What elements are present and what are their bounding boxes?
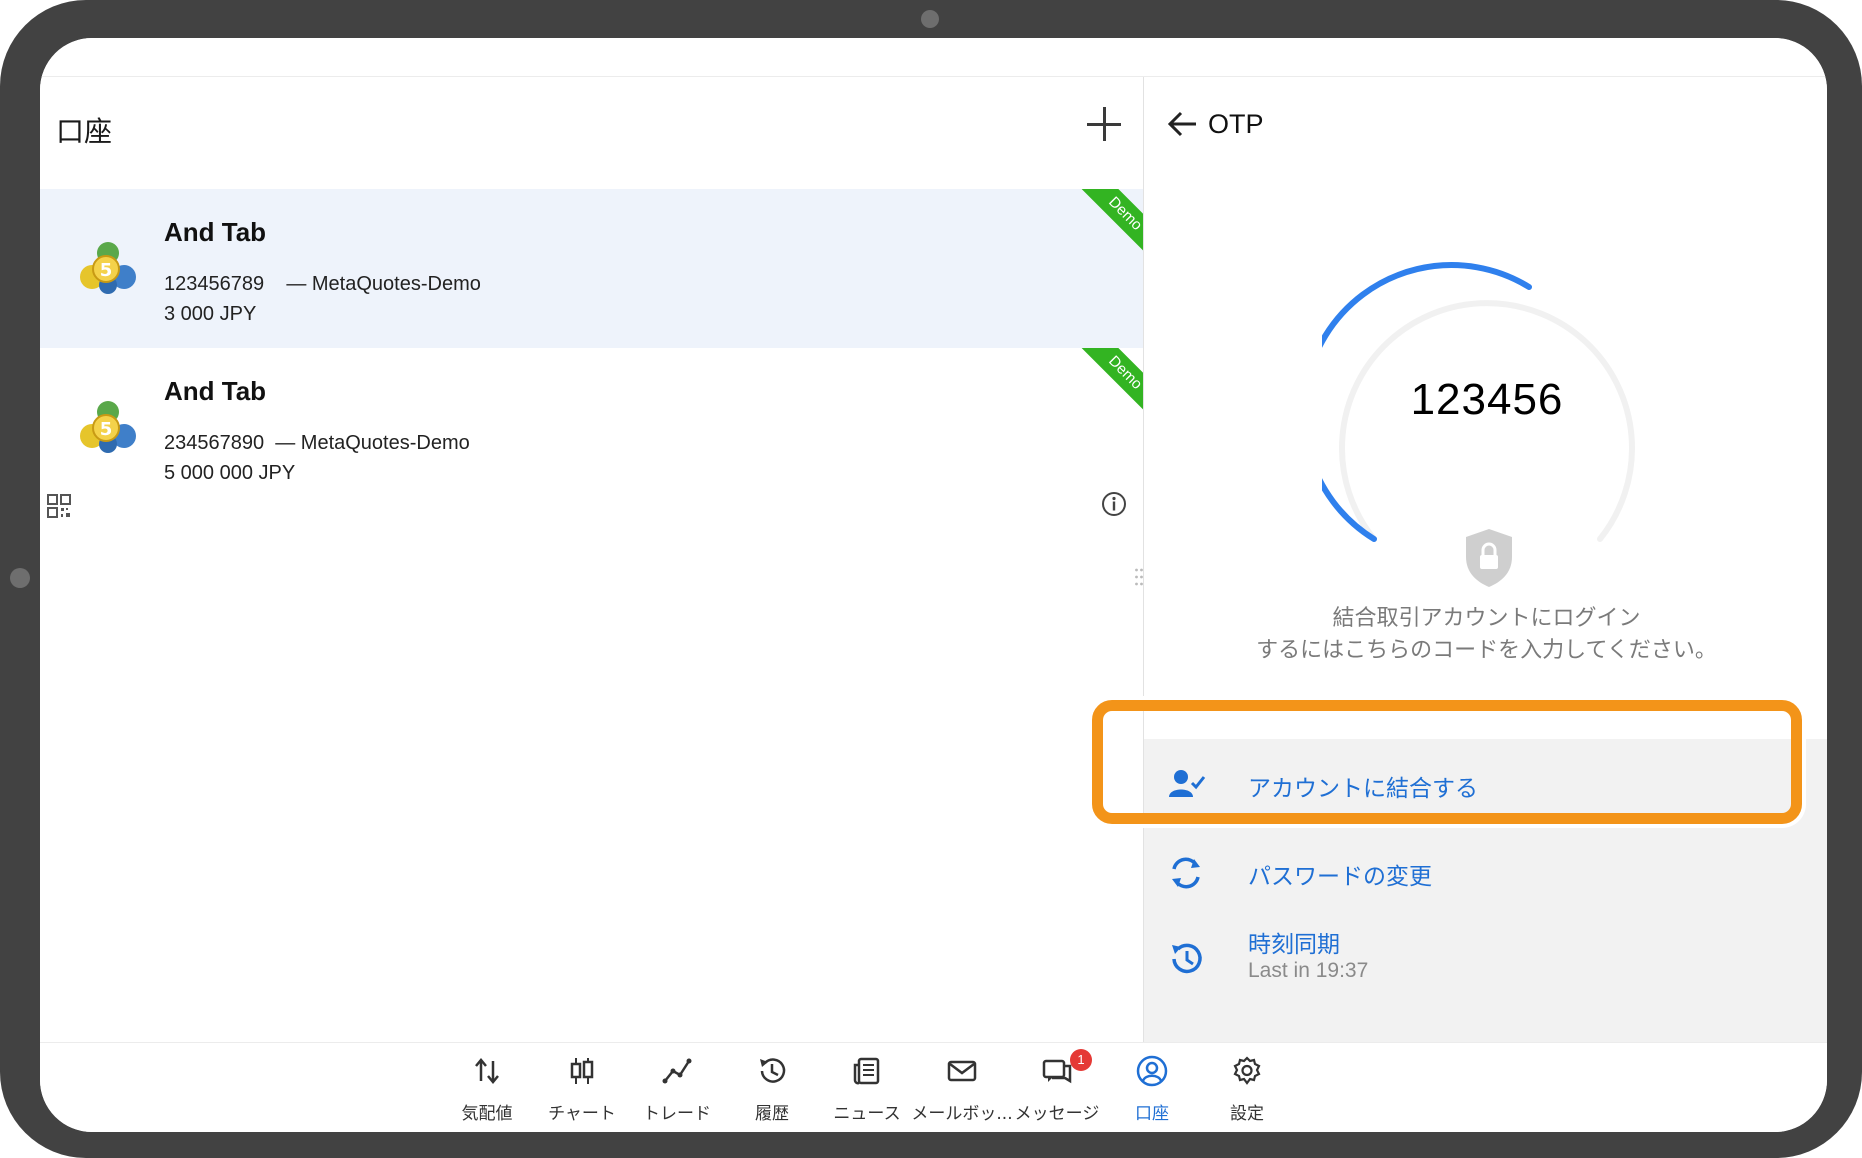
metatrader5-logo-icon: 5	[80, 401, 136, 453]
otp-pane: OTP 123456 結合取引アカウントにログイン するにはこちらのコードを入力…	[1144, 77, 1827, 1042]
time-sync-action[interactable]: 時刻同期 Last in 19:37	[1144, 909, 1827, 999]
quotes-icon	[475, 1058, 499, 1084]
trade-icon	[662, 1058, 692, 1084]
account-server: — MetaQuotes-Demo	[286, 273, 481, 295]
otp-title: OTP	[1208, 109, 1264, 139]
otp-description: 結合取引アカウントにログイン するにはこちらのコードを入力してください。	[1164, 603, 1809, 667]
nav-settings[interactable]: 設定	[1194, 1043, 1300, 1132]
front-camera	[921, 10, 939, 28]
news-icon	[853, 1057, 880, 1085]
account-number: 123456789	[164, 273, 265, 295]
device-frame: 口座 5 And Tab 123456789 — MetaQuotes-Demo…	[0, 0, 1862, 1158]
highlight-callout	[1092, 700, 1802, 824]
account-balance: 5 000 000 JPY	[164, 462, 296, 484]
metatrader5-logo-icon: 5	[80, 242, 136, 294]
settings-icon	[1233, 1056, 1261, 1085]
mail-icon	[947, 1060, 977, 1082]
history-icon	[760, 1058, 786, 1083]
unread-badge: 1	[1070, 1049, 1092, 1071]
demo-ribbon: Demo	[1063, 189, 1143, 269]
account-login-server: 234567890 — MetaQuotes-Demo	[164, 432, 470, 455]
messages-icon	[1042, 1059, 1072, 1084]
svg-text:5: 5	[100, 419, 113, 440]
account-balance: 3 000 JPY	[164, 303, 257, 325]
nav-label: 設定	[1230, 1104, 1264, 1124]
back-arrow-icon[interactable]	[1166, 109, 1200, 139]
account-name: And Tab	[164, 376, 267, 406]
time-sync-icon	[1172, 943, 1202, 974]
status-bar	[40, 38, 1827, 77]
side-sensor	[10, 568, 30, 588]
time-sync-last: Last in 19:37	[1248, 959, 1369, 982]
otp-description-line2: するにはこちらのコードを入力してください。	[1256, 638, 1717, 663]
change-password-label: パスワードの変更	[1248, 864, 1432, 890]
qr-code-icon[interactable]	[46, 493, 72, 519]
add-account-button[interactable]	[1081, 101, 1127, 147]
account-name: And Tab	[164, 217, 267, 247]
change-password-action[interactable]: パスワードの変更	[1144, 827, 1827, 917]
otp-code: 123456	[1410, 375, 1564, 424]
account-login-server: 123456789 — MetaQuotes-Demo	[164, 273, 481, 296]
shield-lock-icon	[1466, 529, 1512, 587]
demo-ribbon: Demo	[1063, 348, 1143, 428]
account-row[interactable]: 5 And Tab 123456789 — MetaQuotes-Demo 3 …	[40, 189, 1143, 348]
account-icon	[1136, 1055, 1168, 1087]
account-number: 234567890	[164, 432, 265, 454]
accounts-pane: 口座 5 And Tab 123456789 — MetaQuotes-Demo…	[40, 77, 1143, 1042]
account-row[interactable]: 5 And Tab 234567890 — MetaQuotes-Demo 5 …	[40, 348, 1143, 507]
change-password-icon	[1172, 857, 1200, 889]
demo-ribbon-label: Demo	[1066, 189, 1143, 269]
account-server: — MetaQuotes-Demo	[275, 432, 470, 454]
svg-text:5: 5	[100, 260, 113, 281]
chart-icon	[570, 1058, 594, 1084]
page-title: 口座	[56, 115, 113, 148]
app-screen: 口座 5 And Tab 123456789 — MetaQuotes-Demo…	[40, 38, 1827, 1132]
otp-description-line1: 結合取引アカウントにログイン	[1332, 606, 1641, 631]
bottom-navigation: 気配値 チャート トレード 履歴 ニュース メールボッ... 1 メッセージ 口…	[40, 1042, 1827, 1132]
time-sync-label: 時刻同期	[1248, 932, 1340, 958]
demo-ribbon-label: Demo	[1066, 348, 1143, 428]
info-icon[interactable]	[1101, 491, 1127, 517]
